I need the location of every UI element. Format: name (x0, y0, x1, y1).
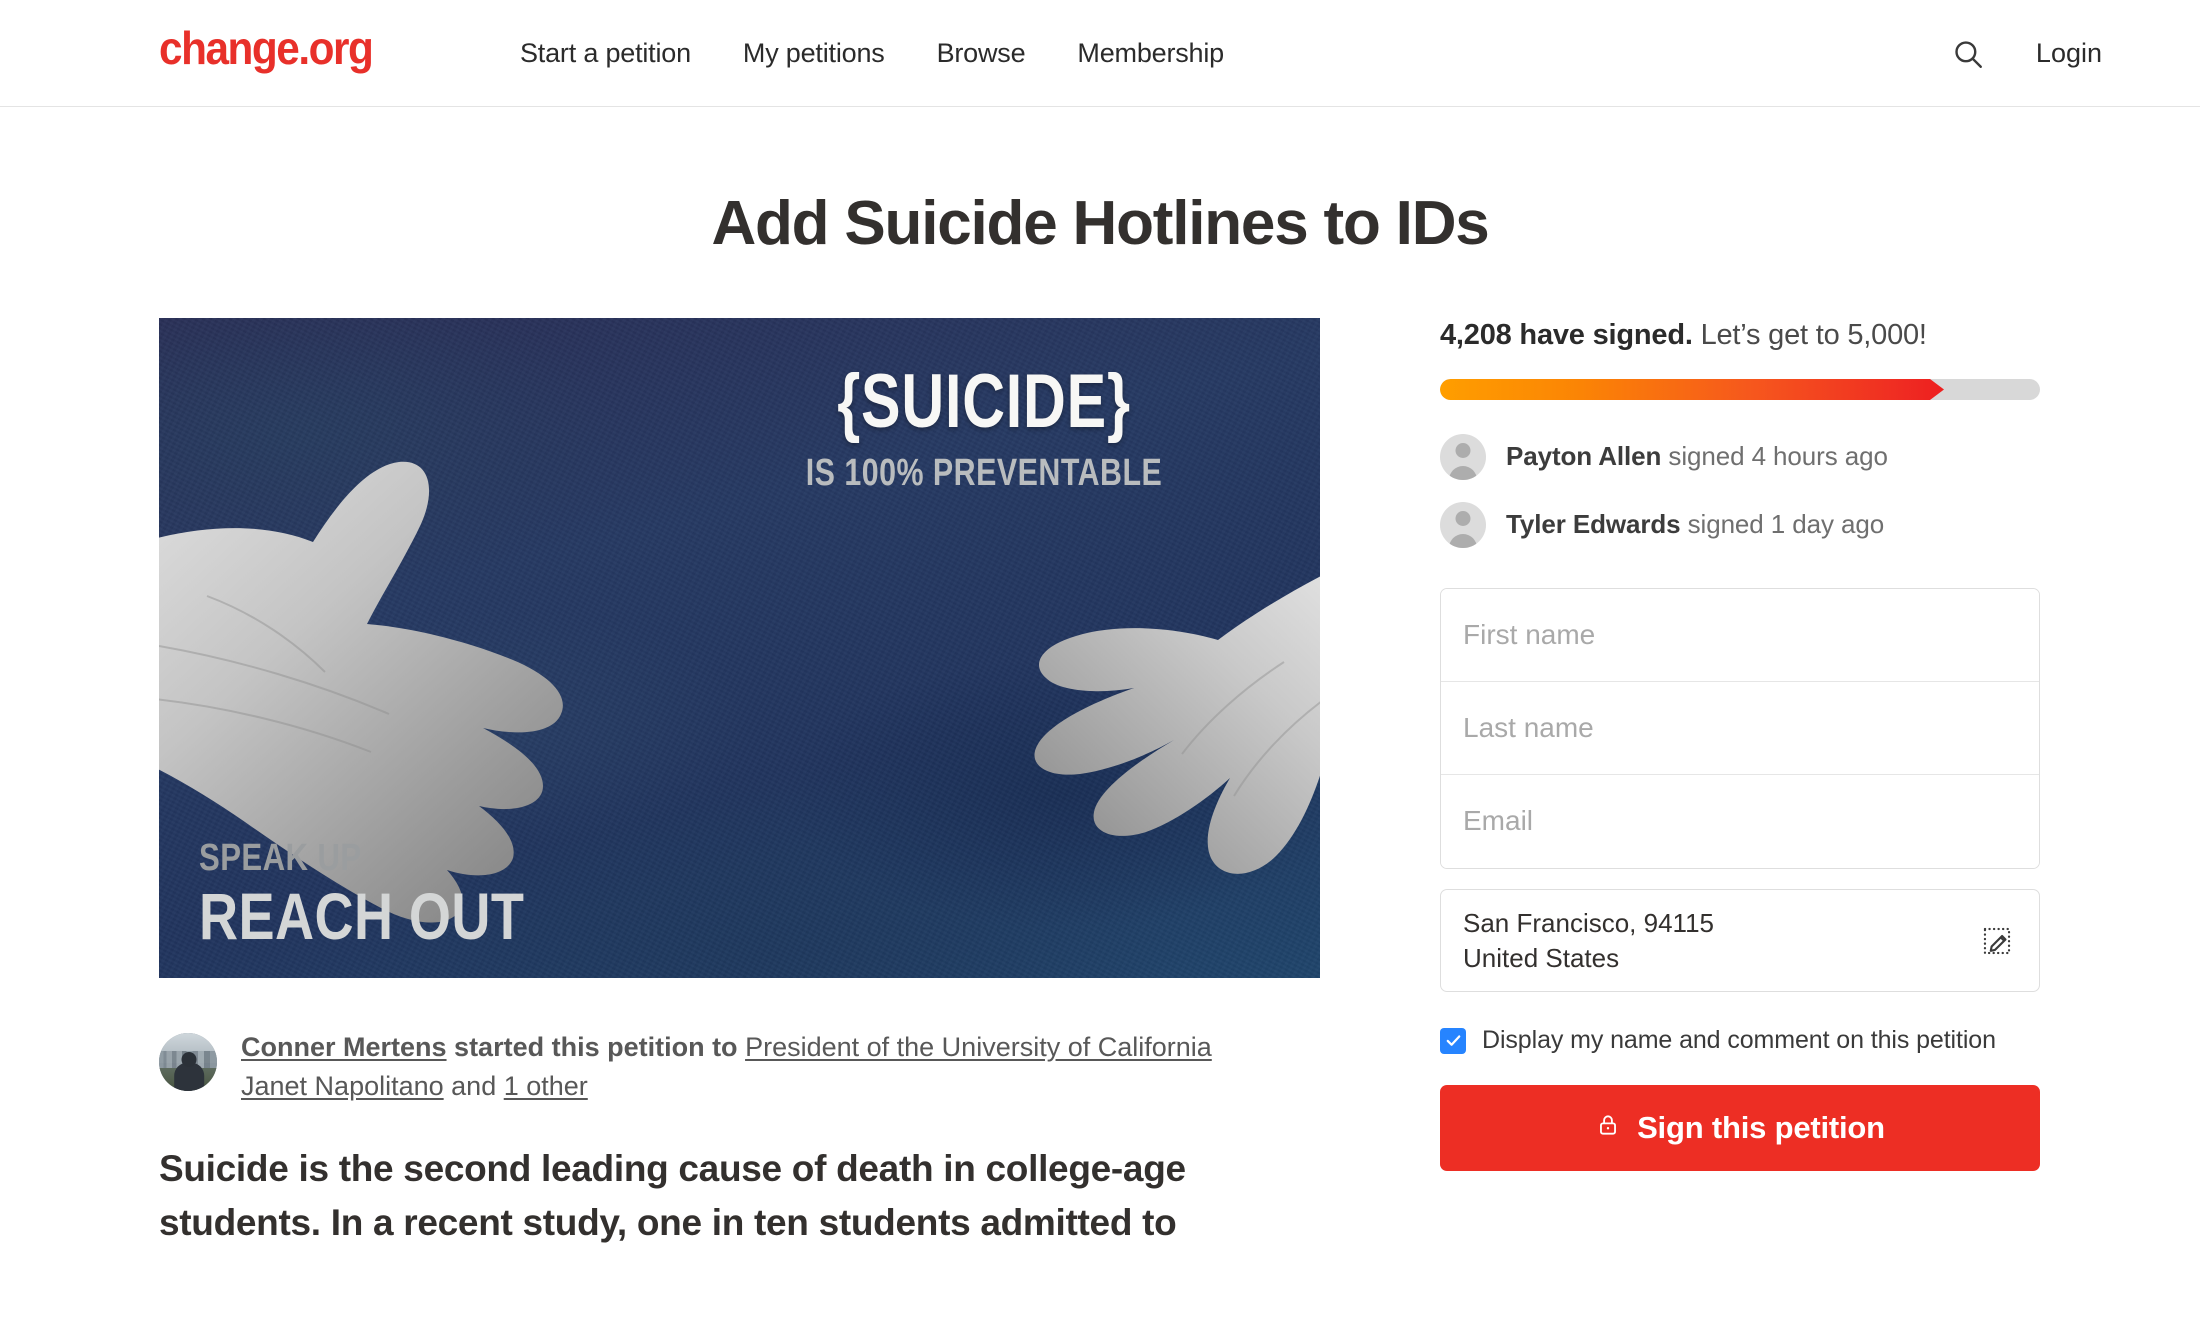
hero-foot-top: SPEAK UP (199, 836, 362, 879)
hero-foot-bottom: REACH OUT (199, 878, 525, 953)
signed-count: 4,208 have signed. (1440, 319, 1693, 352)
location-line-1: San Francisco, 94115 (1463, 907, 1714, 938)
location-field[interactable]: San Francisco, 94115 United States (1440, 888, 2040, 993)
petition-author-row: Conner Mertens started this petition to … (159, 1028, 1320, 1106)
site-header: change.org Start a petition My petitions… (0, 0, 2200, 107)
signer-meta: signed 4 hours ago (1661, 441, 1888, 472)
avatar (1440, 501, 1486, 548)
petition-description: Suicide is the second leading cause of d… (159, 1148, 1186, 1244)
signer-name: Tyler Edwards (1506, 509, 1681, 540)
nav-item-membership[interactable]: Membership (1077, 38, 1224, 69)
hero-subheadline: IS 100% PREVENTABLE (805, 452, 1163, 495)
last-name-input[interactable] (1463, 711, 2017, 744)
login-link[interactable]: Login (2036, 38, 2102, 69)
edit-pencil-icon[interactable] (1977, 921, 2017, 961)
signer-meta: signed 1 day ago (1680, 509, 1885, 540)
first-name-field[interactable] (1441, 588, 2039, 682)
signature-progress-fill (1440, 379, 1944, 400)
hero-headline: {SUICIDE} (837, 359, 1131, 445)
signature-form (1440, 587, 2040, 869)
signature-count-headline: 4,208 have signed. Let’s get to 5,000! (1440, 318, 2040, 353)
page-title: Add Suicide Hotlines to IDs (711, 189, 1489, 258)
display-name-checkbox[interactable] (1440, 1027, 1466, 1054)
avatar (1440, 433, 1486, 480)
list-item: Tyler Edwards signed 1 day ago (1440, 501, 2040, 548)
email-input[interactable] (1463, 805, 2017, 838)
recent-signers-list: Payton Allen signed 4 hours ago Tyler Ed… (1440, 433, 2040, 548)
signer-line: Tyler Edwards signed 1 day ago (1506, 509, 1884, 540)
location-line-2: United States (1463, 942, 1620, 973)
hero-headline-block: {SUICIDE} IS 100% PREVENTABLE (724, 359, 1244, 495)
sign-panel: 4,208 have signed. Let’s get to 5,000! P… (1440, 318, 2040, 1172)
list-item: Payton Allen signed 4 hours ago (1440, 433, 2040, 480)
reaching-hand-right-icon (1034, 576, 1320, 874)
sign-button-label: Sign this petition (1637, 1110, 1885, 1146)
author-verb: started this petition to (446, 1032, 746, 1063)
signer-line: Payton Allen signed 4 hours ago (1506, 441, 1888, 472)
brand-logo[interactable]: change.org (159, 25, 374, 71)
consent-row: Display my name and comment on this peti… (1440, 1026, 2040, 1055)
header-actions: Login (1950, 0, 2102, 107)
lock-icon (1595, 1110, 1621, 1146)
consent-label[interactable]: Display my name and comment on this peti… (1482, 1026, 1996, 1055)
nav-item-start-a-petition[interactable]: Start a petition (520, 38, 691, 69)
location-value: San Francisco, 94115 United States (1463, 906, 1714, 975)
nav-item-browse[interactable]: Browse (937, 38, 1026, 69)
first-name-input[interactable] (1463, 618, 2017, 651)
hero-footer-block: SPEAK UP REACH OUT (199, 839, 596, 950)
signature-progress-bar (1440, 378, 2040, 400)
last-name-field[interactable] (1441, 681, 2039, 775)
author-conjunction: and (443, 1071, 504, 1102)
petition-content-column: {SUICIDE} IS 100% PREVENTABLE SPEAK UP R… (159, 318, 1320, 1250)
petition-hero-image: {SUICIDE} IS 100% PREVENTABLE SPEAK UP R… (159, 318, 1320, 979)
search-icon[interactable] (1950, 36, 1986, 72)
sign-this-petition-button[interactable]: Sign this petition (1440, 1085, 2040, 1172)
signer-name: Payton Allen (1506, 441, 1662, 472)
goal-text: Let’s get to 5,000! (1700, 319, 1927, 352)
email-field[interactable] (1441, 774, 2039, 868)
main-navigation: Start a petition My petitions Browse Mem… (520, 0, 1224, 107)
nav-item-my-petitions[interactable]: My petitions (743, 38, 885, 69)
author-avatar (159, 1033, 217, 1092)
other-recipients-link[interactable]: 1 other (504, 1071, 588, 1101)
author-byline: Conner Mertens started this petition to … (241, 1028, 1241, 1106)
author-name-link[interactable]: Conner Mertens (241, 1032, 447, 1062)
